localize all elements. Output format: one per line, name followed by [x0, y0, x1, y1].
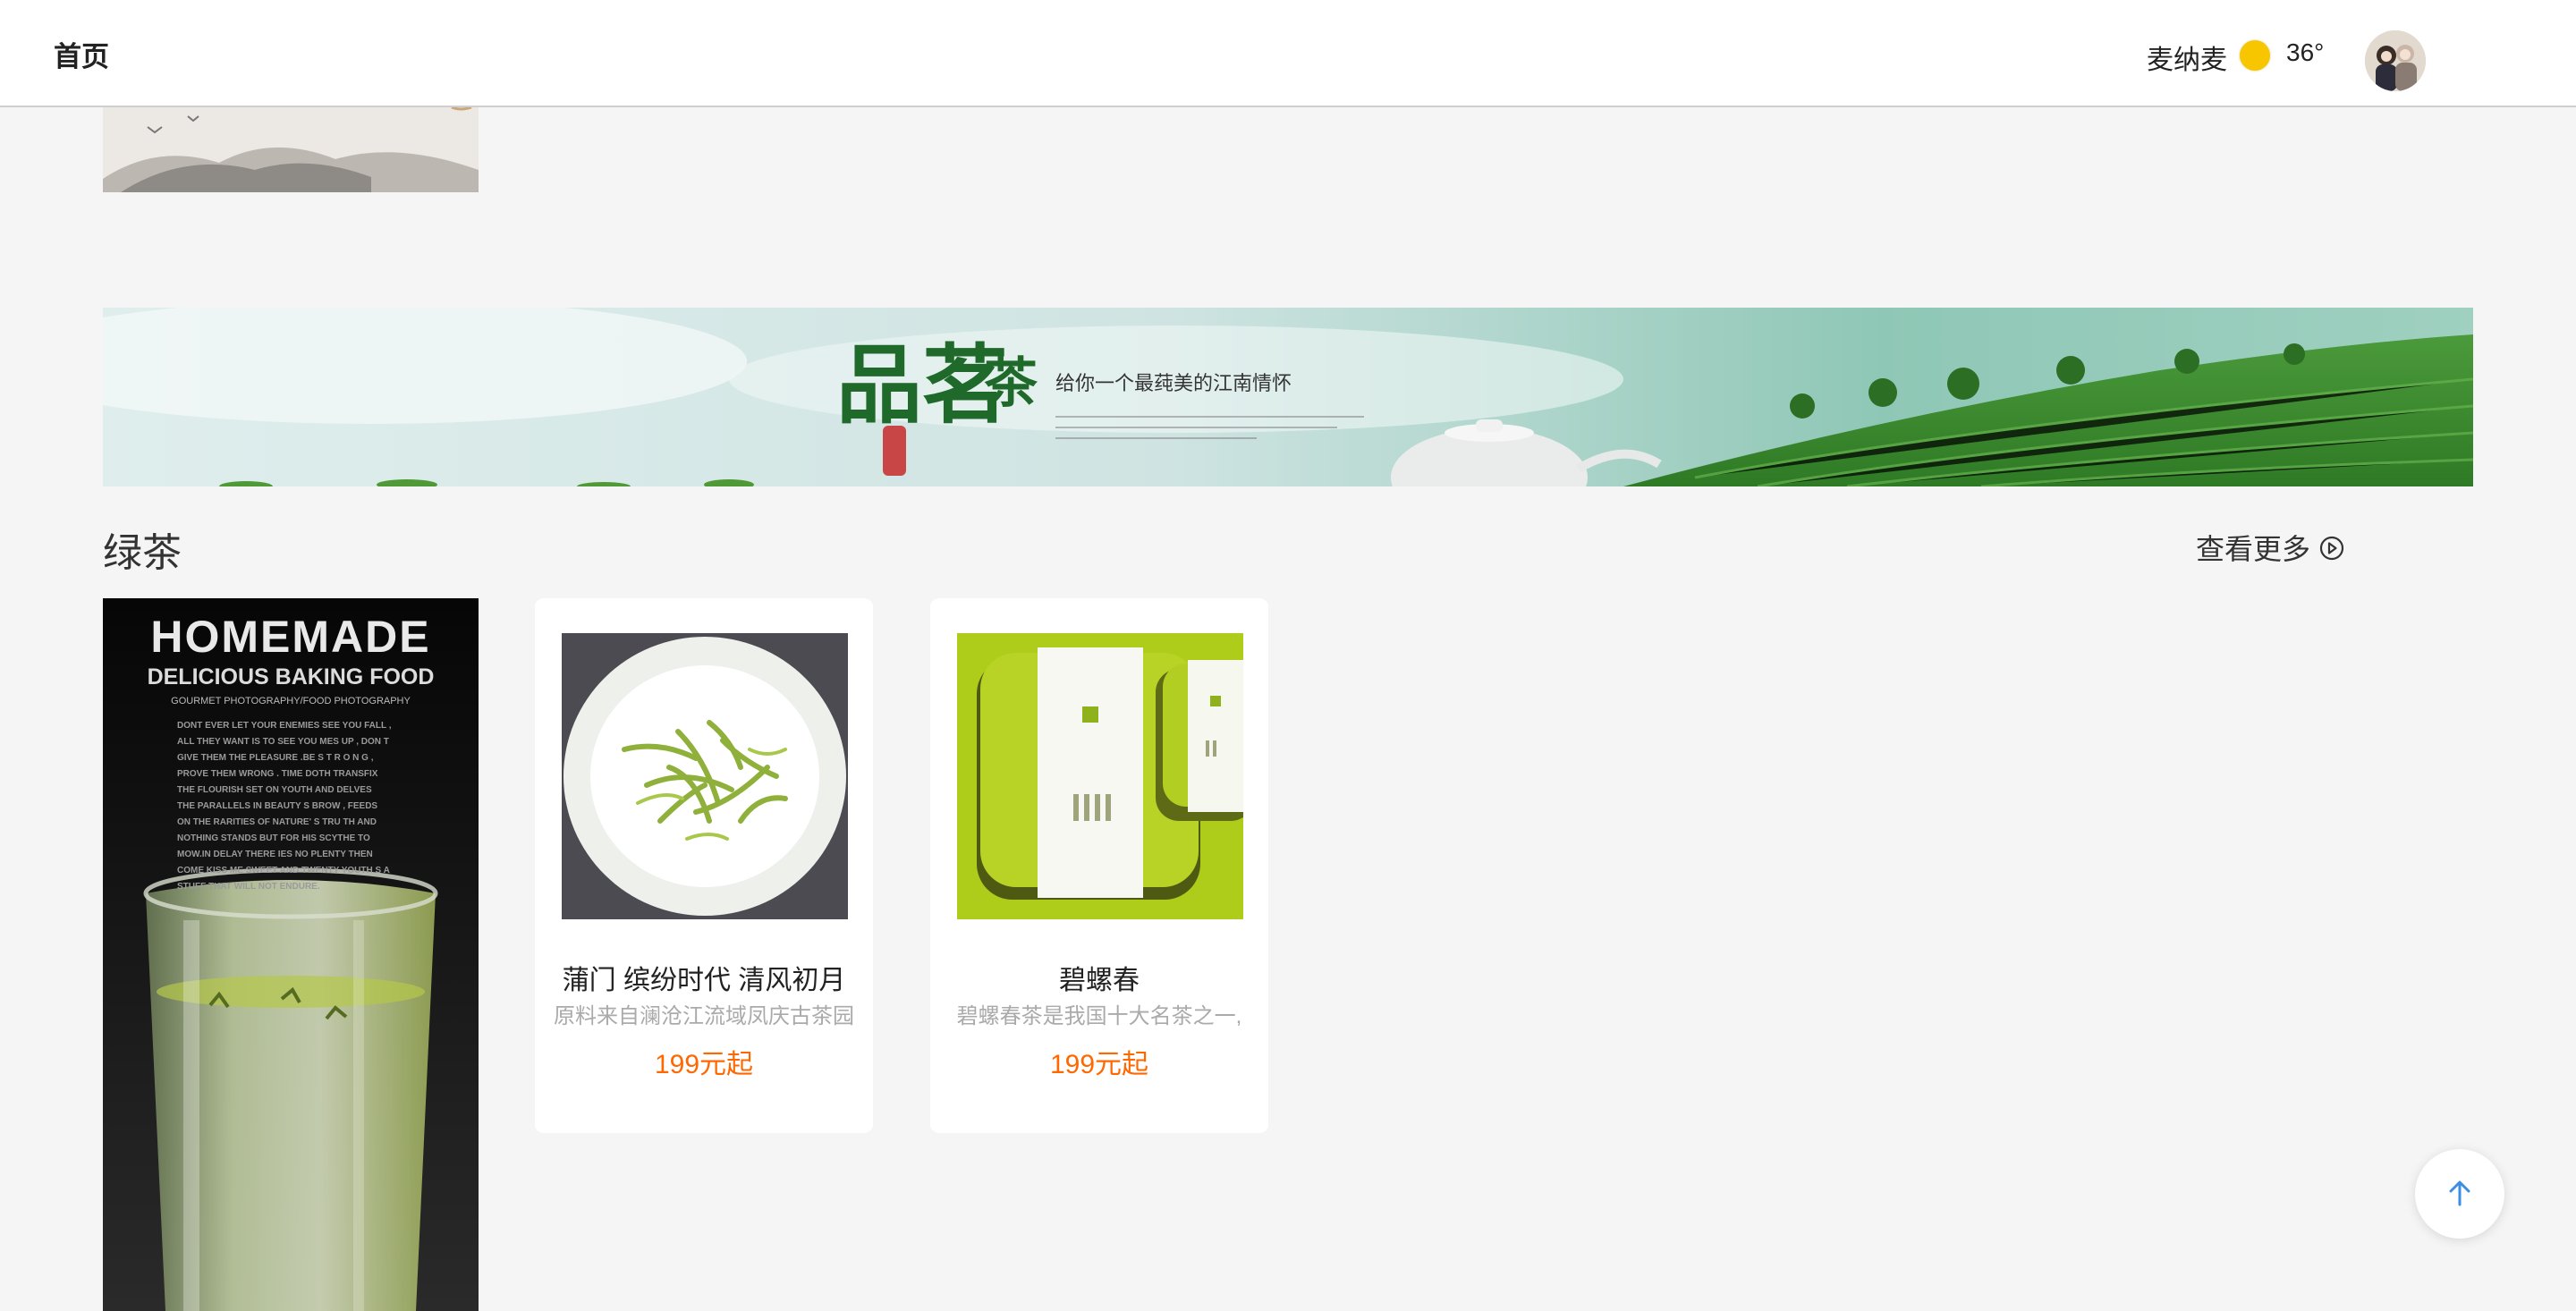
view-more-label: 查看更多 — [2196, 533, 2311, 565]
view-more-link[interactable]: 查看更多 — [2196, 527, 2344, 568]
product-image-tea-leaves — [562, 633, 848, 919]
product-desc: 原料来自澜沧江流域凤庆古茶园 — [554, 1004, 854, 1028]
product-card[interactable]: 蒲门 缤纷时代 清风初月 原料来自澜沧江流域凤庆古茶园 199元起 — [535, 598, 873, 1133]
nav-home-link[interactable]: 首页 — [54, 34, 109, 74]
poster-title: HOMEMADE — [150, 612, 431, 662]
product-desc: 碧螺春茶是我国十大名茶之一, — [956, 1004, 1242, 1028]
green-tea-poster[interactable]: HOMEMADE DELICIOUS BAKING FOOD GOURMET P… — [103, 598, 479, 1311]
poster-subtitle: DELICIOUS BAKING FOOD — [147, 664, 435, 689]
temperature: 36° — [2286, 38, 2325, 66]
poster-body-text: DONT EVER LET YOUR ENEMIES SEE YOU FALL … — [177, 721, 392, 892]
product-name: 蒲门 缤纷时代 清风初月 — [562, 966, 846, 995]
poster-text: HOMEMADE DELICIOUS BAKING FOOD GOURMET P… — [103, 598, 479, 706]
user-name: 麦纳麦 — [2147, 46, 2227, 75]
avatar[interactable] — [2365, 30, 2426, 91]
section-title: 绿茶 — [103, 531, 182, 575]
back-to-top-button[interactable] — [2415, 1149, 2504, 1239]
banner-slogan: 给你一个最莼美的江南情怀 — [1055, 373, 1292, 395]
banner-title-main: 品茗 — [836, 334, 1008, 436]
ink-mountain-image[interactable] — [103, 107, 479, 192]
banner-title-side: 茶 — [984, 352, 1038, 415]
sun-icon — [2240, 40, 2270, 71]
top-nav-bar: 首页 麦纳麦 36° — [0, 0, 2576, 107]
product-price: 199元起 — [654, 1050, 754, 1079]
product-name: 碧螺春 — [1059, 966, 1140, 995]
product-price: 199元起 — [1049, 1050, 1149, 1079]
product-image-tea-box — [957, 633, 1243, 919]
circle-play-icon — [2319, 535, 2344, 561]
tea-banner[interactable]: 品茗 茶 给你一个最莼美的江南情怀 — [103, 308, 2473, 486]
product-card[interactable]: 碧螺春 碧螺春茶是我国十大名茶之一, 199元起 — [930, 598, 1268, 1133]
arrow-up-icon — [2449, 1180, 2470, 1206]
poster-small-text: GOURMET PHOTOGRAPHY/FOOD PHOTOGRAPHY — [171, 696, 411, 706]
